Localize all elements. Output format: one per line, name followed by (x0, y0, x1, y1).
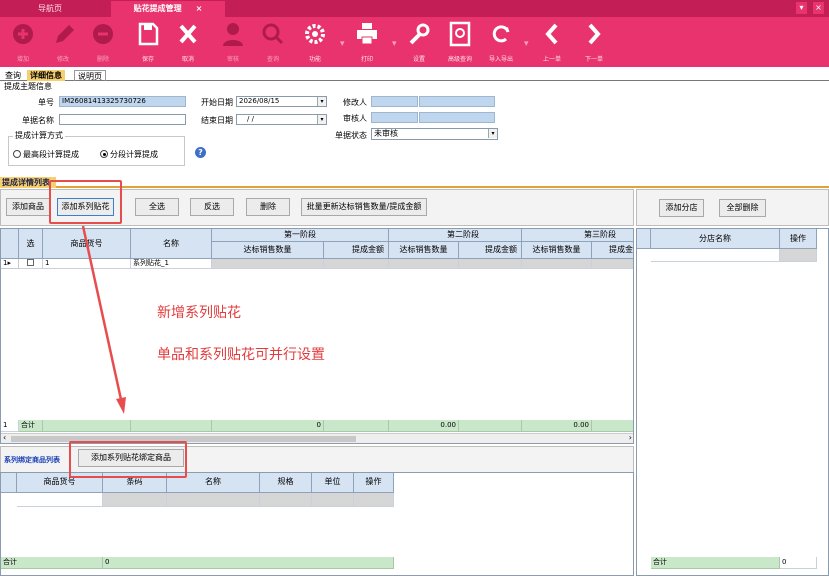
arrow-line (81, 225, 124, 405)
annotation-arrow (81, 225, 126, 414)
annotation-parallel: 单品和系列贴花可并行设置 (157, 347, 325, 363)
app-window: { "tabs":{"nav":"导航页","active":"贴花提成管理",… (0, 0, 829, 576)
annotation-new-series: 新增系列贴花 (157, 305, 241, 321)
arrow-head-icon (116, 397, 126, 414)
